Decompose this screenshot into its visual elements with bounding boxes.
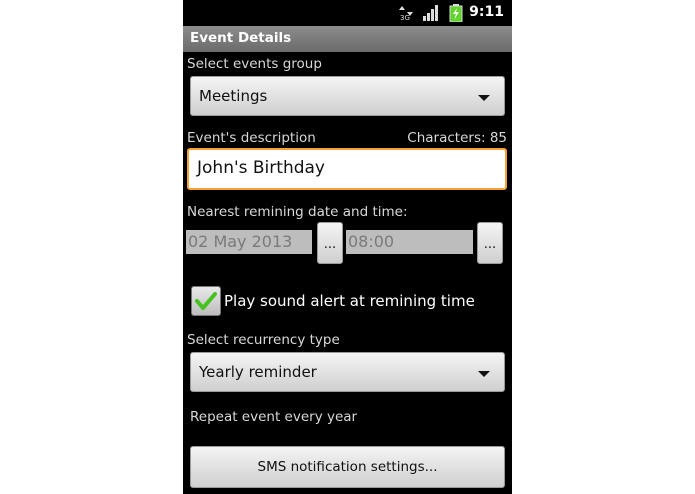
date-time-label: Nearest remining date and time: [187, 204, 408, 220]
events-group-spinner[interactable]: Meetings [190, 76, 505, 116]
group-label: Select events group [187, 56, 322, 72]
signal-icon [422, 4, 440, 26]
date-picker-label: ... [323, 237, 337, 252]
clock-time: 9:11 [469, 4, 504, 20]
title-bar: Event Details [183, 26, 512, 52]
recurrency-value: Yearly reminder [199, 363, 317, 381]
description-value: John's Birthday [197, 158, 325, 178]
recurrency-label: Select recurrency type [187, 332, 340, 348]
sound-alert-checkbox[interactable] [191, 286, 221, 316]
time-value: 08:00 [348, 232, 395, 251]
dropdown-arrow-icon [478, 95, 490, 101]
date-value: 02 May 2013 [188, 232, 293, 251]
sms-button-label: SMS notification settings... [257, 459, 438, 475]
date-picker-button[interactable]: ... [317, 222, 343, 264]
description-label: Event's description [187, 130, 316, 146]
time-field: 08:00 [346, 230, 473, 254]
events-group-value: Meetings [199, 87, 268, 105]
recurrency-note: Repeat event every year [190, 409, 358, 425]
characters-counter: Characters: 85 [407, 130, 507, 146]
battery-charging-icon [449, 4, 463, 26]
checkmark-icon [195, 292, 217, 310]
sms-notification-settings-button[interactable]: SMS notification settings... [190, 446, 505, 488]
time-picker-button[interactable]: ... [477, 222, 503, 264]
sound-alert-label: Play sound alert at remining time [224, 292, 475, 310]
time-picker-label: ... [483, 237, 497, 252]
dropdown-arrow-icon [478, 371, 490, 377]
recurrency-spinner[interactable]: Yearly reminder [190, 352, 505, 392]
status-bar: 3G 9:11 [183, 0, 512, 26]
page-title: Event Details [190, 30, 292, 46]
date-field: 02 May 2013 [186, 230, 312, 254]
description-input[interactable]: John's Birthday [187, 148, 507, 190]
phone-screen: 3G 9:11 Event Details Select events grou… [183, 0, 512, 494]
svg-text:3G: 3G [400, 14, 410, 22]
data-arrows-icon: 3G [399, 4, 413, 26]
